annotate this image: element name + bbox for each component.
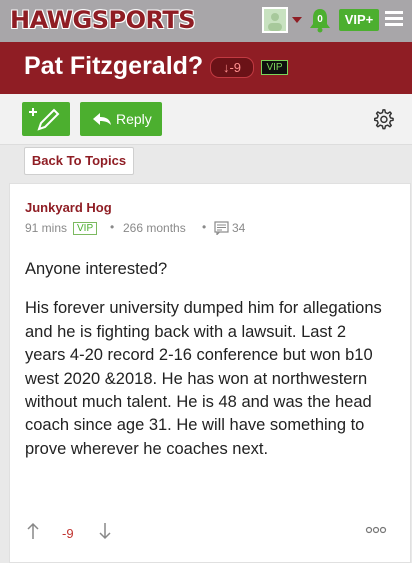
page-title: Pat Fitzgerald? bbox=[24, 52, 204, 80]
hamburger-menu-icon[interactable] bbox=[385, 11, 403, 27]
more-options-icon[interactable] bbox=[365, 524, 387, 536]
post-time: 91 mins bbox=[25, 221, 68, 235]
upvote-arrow-icon[interactable] bbox=[27, 522, 39, 540]
post-count: 34 bbox=[232, 221, 246, 235]
notification-count: 0 bbox=[317, 14, 323, 25]
vip-plus-button[interactable]: VIP+ bbox=[339, 9, 379, 31]
toolbar-divider bbox=[0, 144, 412, 145]
post-paragraph: His forever university dumped him for al… bbox=[25, 299, 382, 458]
vote-score: -9 bbox=[62, 526, 74, 541]
site-logo[interactable]: HAWGSPORTS bbox=[10, 6, 196, 34]
thread-score-badge: ↓-9 bbox=[210, 57, 254, 78]
user-avatar[interactable] bbox=[262, 7, 288, 33]
new-topic-button[interactable] bbox=[22, 102, 70, 136]
reply-button[interactable]: Reply bbox=[80, 102, 162, 136]
settings-gear-icon[interactable] bbox=[372, 108, 394, 130]
separator-dot: • bbox=[110, 220, 115, 234]
reply-arrow-icon bbox=[93, 113, 111, 125]
post-paragraph: Anyone interested? bbox=[25, 260, 168, 278]
author-vip-badge: VIP bbox=[73, 222, 98, 235]
back-to-topics-button[interactable]: Back To Topics bbox=[24, 147, 134, 175]
downvote-arrow-icon[interactable] bbox=[99, 522, 111, 540]
member-duration: 266 months bbox=[123, 221, 186, 235]
reply-label: Reply bbox=[116, 111, 152, 127]
post-count-icon bbox=[214, 221, 229, 235]
post-body: Anyone interested? His forever universit… bbox=[25, 258, 389, 477]
post-author[interactable]: Junkyard Hog bbox=[25, 200, 112, 215]
vip-badge: VIP bbox=[261, 60, 288, 75]
account-menu-chevron-icon[interactable] bbox=[292, 17, 302, 23]
separator-dot: • bbox=[202, 220, 207, 234]
compose-pencil-icon bbox=[29, 108, 60, 131]
